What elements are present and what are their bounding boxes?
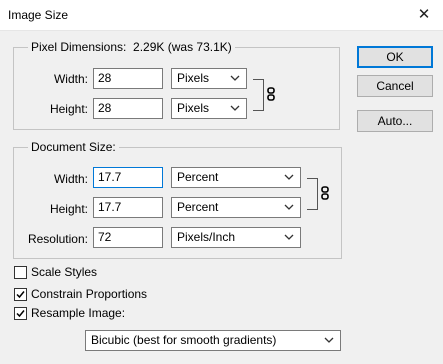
scale-styles-label: Scale Styles	[31, 265, 98, 279]
resample-method-select[interactable]: Bicubic (best for smooth gradients)	[85, 330, 341, 351]
pixel-height-unit-value: Pixels	[177, 101, 210, 115]
constrain-proportions-label: Constrain Proportions	[31, 287, 148, 301]
auto-button[interactable]: Auto...	[357, 110, 433, 132]
pixel-width-unit-value: Pixels	[177, 71, 210, 85]
doc-height-unit-select[interactable]: Percent	[171, 197, 301, 218]
resolution-unit-select[interactable]: Pixels/Inch	[171, 227, 301, 248]
pixel-height-input[interactable]: 28	[93, 98, 163, 119]
doc-width-label: Width:	[53, 172, 88, 186]
ok-button[interactable]: OK	[357, 46, 433, 68]
pixel-link-bracket	[253, 79, 264, 111]
pixel-dimensions-label: Pixel Dimensions:	[31, 40, 127, 54]
doc-width-unit-value: Percent	[177, 170, 219, 184]
resolution-unit-value: Pixels/Inch	[177, 230, 236, 244]
pixel-height-label: Height:	[49, 102, 88, 116]
checkmark-icon	[16, 310, 25, 318]
doc-height-label: Height:	[49, 202, 88, 216]
constrain-proportions-checkbox[interactable]	[14, 288, 27, 301]
chevron-down-icon	[324, 337, 334, 343]
doc-width-input[interactable]: 17.7	[93, 167, 163, 188]
chevron-down-icon	[230, 75, 240, 81]
checkmark-icon	[16, 291, 25, 299]
close-icon[interactable]: ✕	[409, 0, 439, 30]
pixel-width-input[interactable]: 28	[93, 68, 163, 89]
chevron-down-icon	[284, 174, 294, 180]
cancel-button[interactable]: Cancel	[357, 75, 433, 97]
doc-width-unit-select[interactable]: Percent	[171, 167, 301, 188]
pixel-width-label: Width:	[53, 72, 88, 86]
pixel-height-unit-select[interactable]: Pixels	[171, 98, 247, 119]
doc-height-unit-value: Percent	[177, 200, 219, 214]
chevron-down-icon	[230, 105, 240, 111]
pixel-width-unit-select[interactable]: Pixels	[171, 68, 247, 89]
chain-link-icon[interactable]	[320, 186, 330, 200]
document-size-label: Document Size:	[28, 140, 119, 154]
doc-height-input[interactable]: 17.7	[93, 197, 163, 218]
doc-link-bracket	[307, 178, 318, 210]
window-title: Image Size	[8, 8, 69, 22]
resample-image-checkbox[interactable]	[14, 307, 27, 320]
resolution-input[interactable]: 72	[93, 227, 163, 248]
pixel-dimensions-size: 2.29K (was 73.1K)	[133, 40, 232, 54]
chevron-down-icon	[284, 234, 294, 240]
resample-image-label: Resample Image:	[31, 306, 126, 320]
resolution-label: Resolution:	[27, 232, 88, 246]
resample-method-value: Bicubic (best for smooth gradients)	[91, 333, 277, 347]
chevron-down-icon	[284, 204, 294, 210]
pixel-dimensions-heading: Pixel Dimensions: 2.29K (was 73.1K)	[28, 40, 235, 54]
scale-styles-checkbox[interactable]	[14, 266, 27, 279]
chain-link-icon[interactable]	[266, 87, 276, 101]
